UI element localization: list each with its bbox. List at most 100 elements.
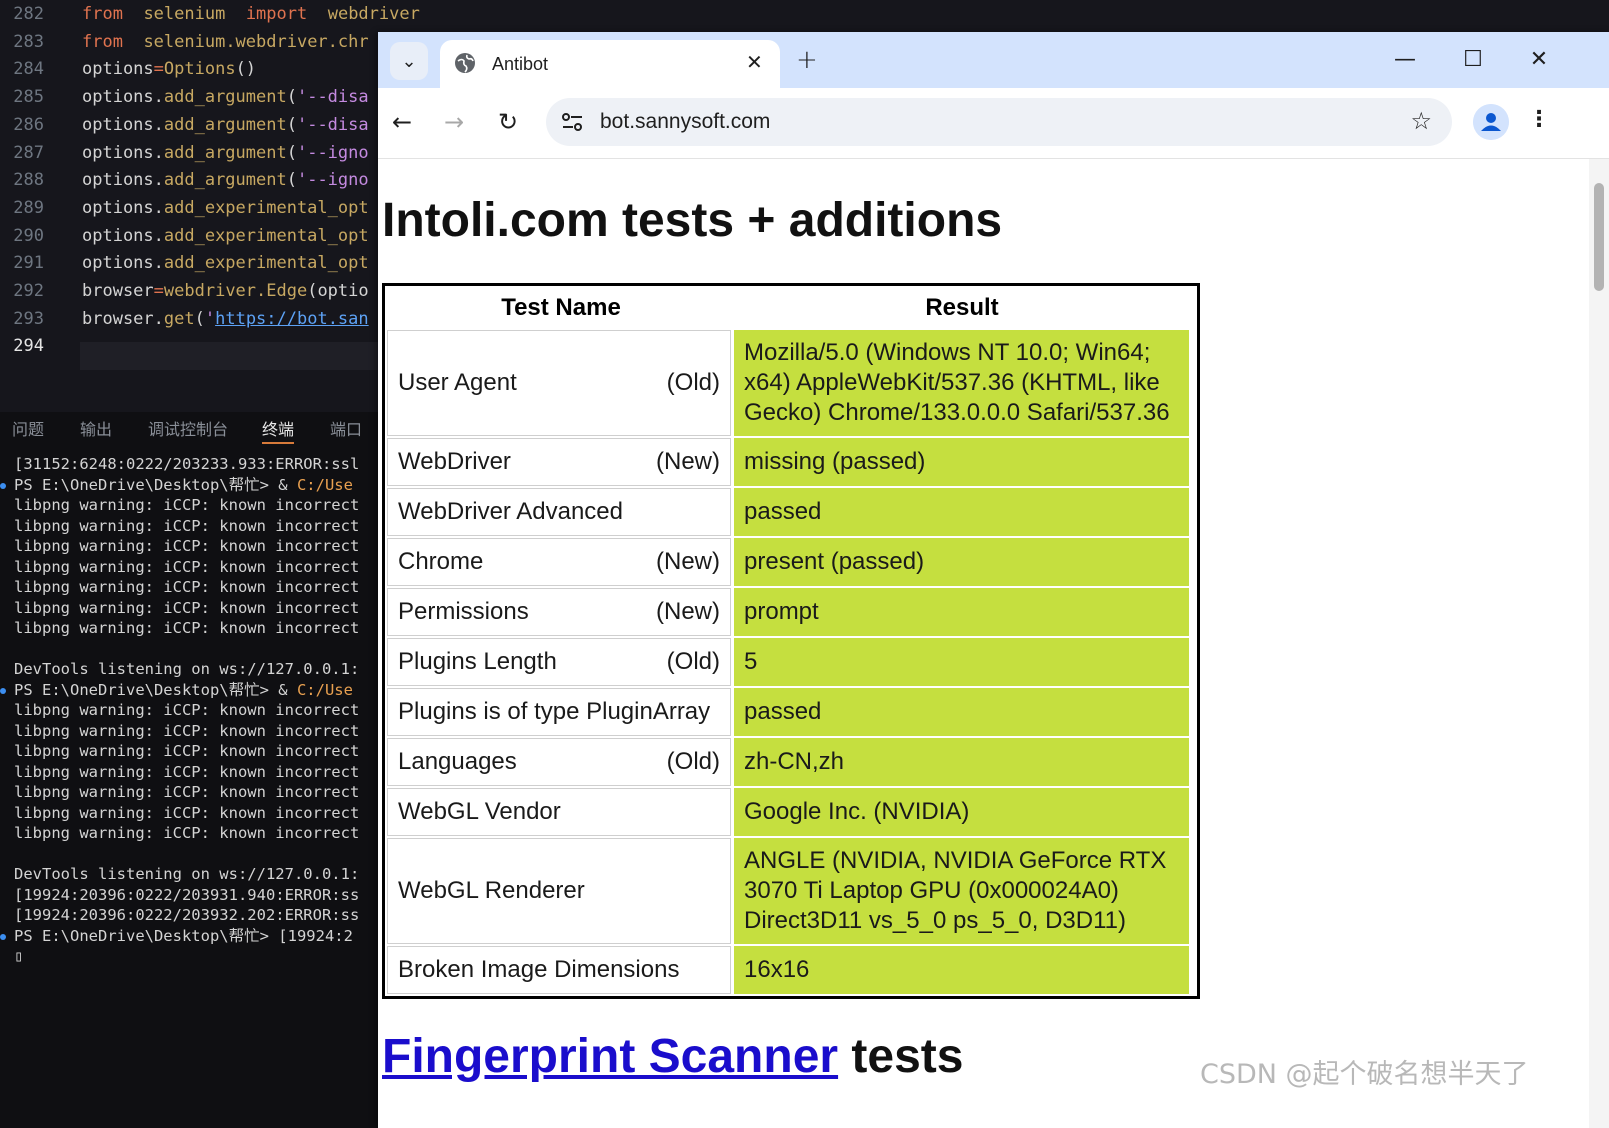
watermark: CSDN @起个破名想半天了 [1200,1059,1529,1090]
line-number: 285 [13,87,44,108]
menu-kebab-icon[interactable]: ⋮ [1528,106,1550,134]
test-result: 5 [744,648,758,675]
tab-problems[interactable]: 问题 [12,418,44,442]
table-body: User Agent (Old) Mozilla/5.0 (Windows NT 1… [387,330,1195,994]
forward-button[interactable]: → [438,108,470,136]
terminal-text: libpng warning: iCCP: known incorrect [14,721,360,740]
test-result-cell: present (passed) [734,538,1189,586]
terminal-line: PS E:\OneDrive\Desktop\帮忙> & C:/Use [14,475,353,496]
table-row: Languages (Old) zh-CN,zh [387,738,1195,786]
terminal-text: PS E:\OneDrive\Desktop\帮忙> [19924:2 [14,926,353,945]
site-info-icon[interactable] [558,108,588,136]
tab-ports[interactable]: 端口 [330,418,362,442]
line-number: 284 [13,59,44,80]
terminal-text: ▯ [14,947,24,965]
fingerprint-scanner-link[interactable]: Fingerprint Scanner [382,1030,838,1083]
terminal-line: libpng warning: iCCP: known incorrect [14,495,359,516]
code-token: '--igno [296,170,369,191]
terminal-line: libpng warning: iCCP: known incorrect [14,618,359,639]
terminal-line: [19924:20396:0222/203932.202:ERROR:ss [14,905,359,926]
terminal-text: libpng warning: iCCP: known incorrect [14,701,360,719]
test-age-tag: (Old) [666,648,720,675]
code-token: browser [82,281,154,301]
terminal-prompt-dot [0,933,6,940]
terminal-line: [31152:6248:0222/203233.933:ERROR:ssl [14,454,359,475]
close-icon[interactable]: ✕ [746,50,763,74]
code-text: from selenium.webdriver.chr [82,28,369,56]
tab-title: Antibot [492,54,549,74]
code-line: 284 options=Options() [0,55,400,83]
terminal-text: PS E:\OneDrive\Desktop\帮忙> & [14,680,297,699]
code-token: () [235,59,257,80]
terminal-line: DevTools listening on ws://127.0.0.1: [14,864,359,885]
test-name-cell: User Agent (Old) [387,330,731,436]
address-bar[interactable]: bot.sannysoft.com ☆ [546,98,1452,146]
terminal-line: DevTools listening on ws://127.0.0.1: [14,659,359,680]
browser-tab[interactable]: Antibot ✕ [440,40,780,88]
terminal-line: libpng warning: iCCP: known incorrect [14,762,359,783]
code-line: 285 options.add_argument('--disa [0,83,400,111]
new-tab-button[interactable]: + [796,46,818,74]
test-name-cell: WebGL Renderer [387,838,731,944]
terminal-text: libpng warning: iCCP: known incorrect [14,516,360,535]
code-text: options.add_argument('--igno [82,139,369,167]
test-age-tag: (New) [656,548,720,575]
code-token: from [82,31,123,52]
code-token: options. [82,197,164,218]
page-scrollbar[interactable] [1589,159,1609,1128]
code-line: 290 options.add_experimental_opt [0,222,400,250]
line-number: 282 [13,4,44,24]
bottom-panel: 问题 输出 调试控制台 终端 端口 [31152:6248:0222/20323… [0,412,400,1128]
maximize-button[interactable]: ☐ [1458,46,1488,74]
column-header-result: Result [925,294,999,321]
code-token: '--disa [296,87,369,108]
code-token: options. [82,170,164,191]
tab-output[interactable]: 输出 [80,418,112,442]
code-text: options.add_argument('--disa [82,111,369,139]
page-content: Intoli.com tests + additions Test Name R… [378,159,1589,1128]
code-token: = [153,281,164,301]
code-token: options. [82,87,164,108]
reload-button[interactable]: ↻ [492,108,524,136]
code-token: webdriver [327,4,420,24]
code-text: browser.get('https://bot.san [82,305,369,333]
code-token: (optio [307,281,369,301]
terminal-line: libpng warning: iCCP: known incorrect [14,598,359,619]
star-icon[interactable]: ☆ [1410,106,1432,136]
scrollbar-thumb[interactable] [1594,183,1604,291]
line-number: 290 [13,225,44,246]
tab-terminal[interactable]: 终端 [262,418,295,444]
profile-avatar-icon[interactable] [1473,104,1509,140]
terminal-prompt-dot [0,687,6,694]
test-result-cell: ANGLE (NVIDIA, NVIDIA GeForce RTX 3070 T… [734,838,1189,944]
terminal-line: libpng warning: iCCP: known incorrect [14,700,359,721]
code-token: add_argument [163,170,287,191]
line-number: 286 [13,114,44,135]
back-button[interactable]: ← [386,108,418,136]
table-row: User Agent (Old) Mozilla/5.0 (Windows NT 1… [387,330,1195,436]
window-close-button[interactable]: ✕ [1524,46,1554,74]
tab-debug-console[interactable]: 调试控制台 [148,418,228,442]
code-token: '--disa [296,114,369,135]
table-row: WebGL Renderer ANGLE (NVIDIA, NVIDIA GeFo… [387,838,1195,944]
terminal-line: libpng warning: iCCP: known incorrect [14,782,359,803]
tab-search-button[interactable]: ⌄ [390,42,428,80]
minimize-button[interactable]: — [1390,46,1420,74]
test-age-tag: (Old) [666,748,720,775]
terminal-line: libpng warning: iCCP: known incorrect [14,823,359,844]
test-result-cell: zh-CN,zh [734,738,1189,786]
test-age-tag: (New) [656,448,720,475]
code-token: ( [286,87,297,108]
code-token: selenium [143,4,226,24]
test-age-tag: (Old) [666,369,720,396]
code-editor[interactable]: 282 from selenium import webdriver 283 from… [0,0,420,395]
line-number: 289 [13,197,44,218]
test-result: 16x16 [744,956,810,983]
terminal-text: libpng warning: iCCP: known incorrect [14,537,360,555]
code-token: options [82,59,154,80]
terminal-text: PS E:\OneDrive\Desktop\帮忙> & [14,475,297,494]
test-result-cell: Mozilla/5.0 (Windows NT 10.0; Win64; x64… [734,330,1189,436]
